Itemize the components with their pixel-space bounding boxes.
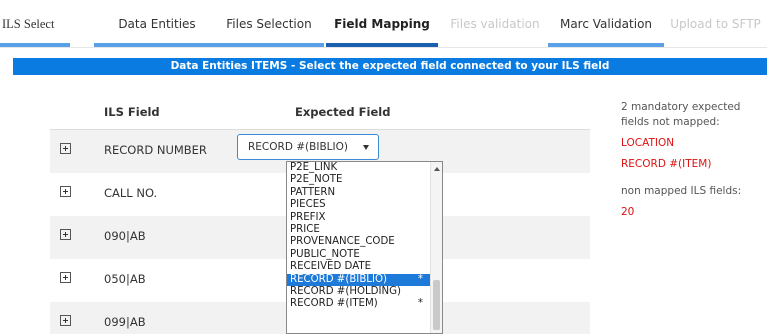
option-label: P2E_NOTE (290, 174, 343, 186)
dropdown-option[interactable]: PUBLIC_NOTE (287, 249, 431, 261)
expected-field-select[interactable]: RECORD #(BIBLIO) (237, 134, 379, 160)
dropdown-option[interactable]: RECORD #(ITEM) * (287, 298, 431, 310)
tab-ils-select[interactable]: ILS Select (0, 0, 70, 48)
step-progress-bar (548, 43, 664, 47)
option-label: PRICE (290, 223, 320, 235)
tab-marc-validation[interactable]: Marc Validation (548, 0, 664, 48)
expand-icon[interactable] (60, 143, 71, 154)
option-label: PUBLIC_NOTE (290, 248, 360, 260)
option-label: PROVENANCE_CODE (290, 236, 395, 248)
dropdown-option[interactable]: RECORD #(HOLDING) (287, 286, 431, 298)
dropdown-option[interactable]: RECORD #(BIBLIO) * (287, 273, 431, 286)
table-header: ILS Field Expected Field (50, 92, 590, 130)
chevron-down-icon (363, 145, 369, 150)
ils-field-name: 050|AB (104, 272, 146, 286)
non-mapped-message: non mapped ILS fields: (621, 185, 742, 197)
option-label: P2E_LINK (290, 162, 338, 173)
tab-label: Field Mapping (334, 17, 430, 31)
step-progress-bar (438, 43, 552, 47)
wizard-steps: ILS Select Data Entities Files Selection… (0, 0, 767, 48)
expand-icon[interactable] (60, 315, 71, 326)
ils-field-name: 090|AB (104, 229, 146, 243)
expand-icon[interactable] (60, 272, 71, 283)
column-header-expected-field: Expected Field (295, 105, 391, 119)
tab-files-selection[interactable]: Files Selection (214, 0, 324, 48)
option-label: RECEIVED DATE (290, 261, 372, 273)
non-mapped-count: 20 (621, 206, 635, 218)
step-progress-bar (94, 43, 220, 47)
step-progress-bar (0, 43, 70, 47)
expected-field-dropdown[interactable]: P2E_LINK P2E_NOTE PATTERN PIECES PREFIX PRICE… (286, 161, 443, 334)
section-title: Data Entities ITEMS - Select the expecte… (13, 58, 767, 75)
expand-icon[interactable] (60, 186, 71, 197)
dropdown-option[interactable]: PRICE (287, 224, 431, 236)
option-label: PATTERN (290, 186, 336, 198)
tab-upload-to-sftp[interactable]: Upload to SFTP (664, 0, 767, 48)
step-progress-bar (664, 43, 767, 47)
tab-label: ILS Select (2, 17, 55, 31)
ils-field-name: 099|AB (104, 315, 146, 329)
dropdown-option[interactable]: PIECES (287, 199, 431, 211)
step-progress-bar (326, 43, 438, 47)
missing-field: RECORD #(ITEM) (621, 158, 712, 170)
missing-field: LOCATION (621, 137, 675, 149)
tab-field-mapping[interactable]: Field Mapping (326, 0, 438, 48)
selected-value: RECORD #(BIBLIO) (248, 141, 348, 153)
option-label: RECORD #(HOLDING) (290, 285, 402, 297)
tab-label: Files validation (450, 17, 540, 31)
option-label: RECORD #(ITEM) (290, 298, 378, 310)
ils-field-name: RECORD NUMBER (104, 143, 207, 157)
dropdown-options: P2E_LINK P2E_NOTE PATTERN PIECES PREFIX PRICE… (287, 162, 442, 311)
tab-data-entities[interactable]: Data Entities (94, 0, 220, 48)
tab-label: Files Selection (226, 17, 312, 31)
dropdown-option[interactable]: PATTERN (287, 187, 431, 199)
dropdown-option[interactable]: PROVENANCE_CODE (287, 236, 431, 248)
ils-field-name: CALL NO. (104, 186, 158, 200)
option-label: PIECES (290, 199, 326, 211)
step-progress-bar (214, 43, 324, 47)
mapping-summary: 2 mandatory expected fields not mapped: … (621, 100, 767, 220)
mandatory-fields-message: 2 mandatory expected fields not mapped: (621, 101, 741, 128)
required-mark: * (417, 273, 423, 285)
tab-label: Data Entities (118, 17, 196, 31)
tab-label: Marc Validation (559, 17, 653, 31)
expand-icon[interactable] (60, 229, 71, 240)
tab-files-validation[interactable]: Files validation (438, 0, 552, 48)
required-mark: * (417, 298, 423, 310)
dropdown-option[interactable]: RECEIVED DATE (287, 261, 431, 273)
dropdown-option[interactable]: P2E_NOTE (287, 174, 431, 186)
tab-label: Upload to SFTP (670, 17, 761, 31)
scroll-up-icon[interactable] (434, 167, 440, 171)
dropdown-option[interactable]: P2E_LINK (287, 162, 431, 174)
dropdown-option[interactable]: PREFIX (287, 212, 431, 224)
column-header-ils-field: ILS Field (104, 105, 160, 119)
option-label: RECORD #(BIBLIO) (290, 273, 387, 285)
scrollbar-thumb[interactable] (433, 280, 440, 330)
dropdown-scrollbar[interactable] (430, 162, 442, 333)
option-label: PREFIX (290, 211, 326, 223)
